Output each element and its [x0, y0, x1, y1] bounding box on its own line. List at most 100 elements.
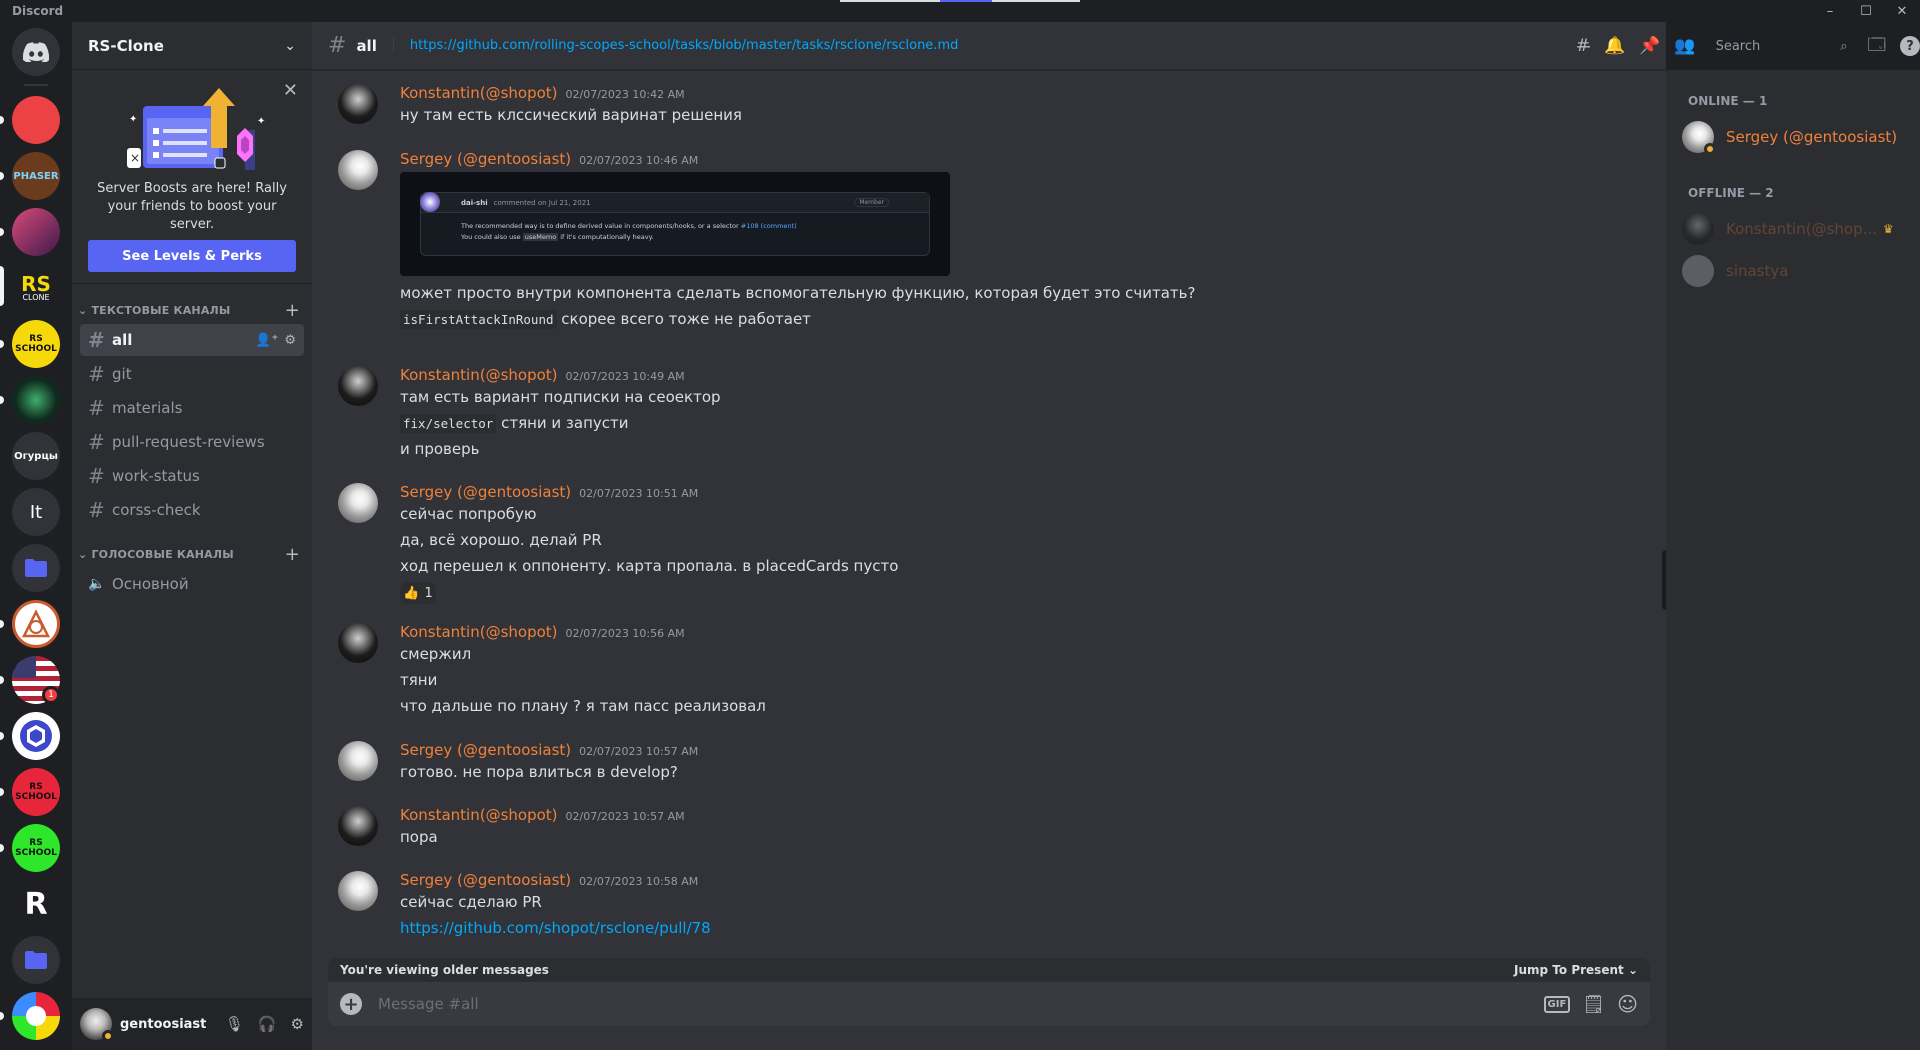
member-item[interactable]: sinastya — [1674, 250, 1912, 292]
server-icon[interactable]: PHASER — [12, 152, 60, 200]
server-icon[interactable]: RS SCHOOL — [12, 320, 60, 368]
avatar[interactable] — [80, 1008, 114, 1042]
members-list-icon[interactable]: 👥 — [1674, 36, 1695, 56]
message-input[interactable]: Message #all — [378, 995, 479, 1013]
server-icon[interactable] — [12, 376, 60, 424]
bell-icon[interactable]: 🔔 — [1604, 36, 1625, 56]
channel-corss-check[interactable]: # corss-check — [80, 494, 304, 526]
server-icon[interactable]: Огурцы — [12, 432, 60, 480]
message-author[interactable]: Sergey (@gentoosiast) — [400, 483, 571, 501]
voice-channels-category[interactable]: ⌄ Голосовые каналы + — [72, 542, 312, 566]
channel-all[interactable]: # all 👤⁺ ⚙ — [80, 324, 304, 356]
jump-to-present-button[interactable]: Jump To Present ⌄ — [1514, 963, 1638, 977]
message-link[interactable]: https://github.com/shopot/rsclone/pull/7… — [400, 919, 711, 937]
pin-icon[interactable]: 📌 — [1639, 36, 1660, 56]
avatar[interactable] — [338, 84, 378, 124]
channel-label: git — [112, 365, 132, 383]
offline-category: OFFLINE — 2 — [1688, 186, 1774, 200]
threads-icon[interactable]: #̶ — [1576, 36, 1590, 56]
image-attachment[interactable]: dai-shi commented on Jul 21, 2021 Member T… — [400, 172, 950, 276]
svg-text:✦: ✦ — [257, 116, 265, 127]
voice-channel-main[interactable]: 🔈 Основной — [80, 568, 304, 600]
message-author[interactable]: Konstantin(@shopot) — [400, 366, 558, 384]
add-channel-icon[interactable]: + — [285, 544, 300, 565]
help-icon[interactable]: ? — [1900, 36, 1920, 56]
guild-header[interactable]: RS-Clone ⌄ — [72, 22, 312, 70]
message-timestamp: 02/07/2023 10:49 AM — [565, 370, 685, 383]
server-icon[interactable]: R — [12, 880, 60, 928]
maximize-icon[interactable]: ☐ — [1848, 0, 1884, 22]
message-text: пора — [400, 828, 438, 846]
home-button[interactable] — [12, 28, 60, 76]
minimize-icon[interactable]: – — [1812, 0, 1848, 22]
sticker-icon[interactable]: 🗒 — [1582, 994, 1605, 1015]
channel-pull-request-reviews[interactable]: # pull-request-reviews — [80, 426, 304, 458]
channel-materials[interactable]: # materials — [80, 392, 304, 424]
channel-header: # all https://github.com/rolling-scopes-… — [312, 22, 1666, 70]
message-text: может просто внутри компонента сделать в… — [400, 284, 1196, 302]
message-text: там есть вариант подписки на сеоектор — [400, 388, 721, 406]
add-attachment-icon[interactable]: + — [340, 993, 362, 1015]
gear-icon[interactable]: ⚙ — [291, 1015, 304, 1033]
reaction[interactable]: 👍 1 — [400, 582, 436, 604]
gear-icon[interactable]: ⚙ — [284, 333, 296, 348]
message-author[interactable]: Sergey (@gentoosiast) — [400, 741, 571, 759]
search-input[interactable]: Search ⌕ — [1709, 34, 1854, 58]
close-icon[interactable]: ✕ — [283, 80, 298, 101]
server-icon[interactable] — [12, 992, 60, 1040]
username[interactable]: gentoosiast — [120, 1017, 206, 1032]
hash-icon: # — [88, 464, 105, 488]
chevron-down-icon: ⌄ — [284, 37, 296, 54]
message-author[interactable]: Konstantin(@shopot) — [400, 84, 558, 102]
server-icon[interactable]: It — [12, 488, 60, 536]
hash-icon: # — [88, 328, 105, 352]
channel-sidebar: RS-Clone ⌄ ✕ × ✦ ✦ Server Boosts are her… — [72, 22, 312, 1050]
message-author[interactable]: Konstantin(@shopot) — [400, 806, 558, 824]
add-channel-icon[interactable]: + — [285, 300, 300, 321]
avatar[interactable] — [338, 366, 378, 406]
svg-text:✦: ✦ — [129, 114, 137, 125]
message-author[interactable]: Konstantin(@shopot) — [400, 623, 558, 641]
folder-icon[interactable] — [12, 544, 60, 592]
member-item[interactable]: Konstantin(@shop... ♛ — [1674, 208, 1912, 250]
avatar[interactable] — [338, 483, 378, 523]
gif-button[interactable]: GIF — [1543, 995, 1571, 1013]
message-author[interactable]: Sergey (@gentoosiast) — [400, 150, 571, 168]
server-icon[interactable] — [12, 96, 60, 144]
message-text: готово. не пора влиться в develop? — [400, 763, 678, 781]
avatar[interactable] — [338, 623, 378, 663]
avatar[interactable] — [338, 871, 378, 911]
server-icon[interactable] — [12, 712, 60, 760]
channel-git[interactable]: # git — [80, 358, 304, 390]
message-author[interactable]: Sergey (@gentoosiast) — [400, 871, 571, 889]
folder-icon[interactable] — [12, 936, 60, 984]
avatar[interactable] — [338, 150, 378, 190]
channel-work-status[interactable]: # work-status — [80, 460, 304, 492]
message-text: сейчас попробую — [400, 505, 537, 523]
server-icon[interactable] — [12, 600, 60, 648]
avatar[interactable] — [338, 806, 378, 846]
headphones-icon[interactable]: 🎧 — [258, 1015, 277, 1033]
member-item[interactable]: Sergey (@gentoosiast) — [1674, 116, 1912, 158]
server-icon[interactable] — [12, 208, 60, 256]
chevron-down-icon: ⌄ — [78, 303, 88, 317]
see-levels-button[interactable]: See Levels & Perks — [88, 240, 296, 272]
avatar[interactable] — [338, 741, 378, 781]
hash-icon: # — [88, 362, 105, 386]
boost-promo: ✕ × ✦ ✦ Server Boosts are here! Rally yo… — [72, 70, 312, 284]
category-label: Текстовые каналы — [91, 303, 231, 317]
channel-topic[interactable]: https://github.com/rolling-scopes-school… — [392, 38, 958, 53]
server-icon[interactable]: RS SCHOOL — [12, 768, 60, 816]
emoji-icon[interactable]: ☺ — [1617, 992, 1638, 1016]
close-window-icon[interactable]: ✕ — [1884, 0, 1920, 22]
server-icon[interactable]: RS SCHOOL — [12, 824, 60, 872]
inbox-icon[interactable]: 🗔 — [1868, 32, 1886, 61]
text-channels-category[interactable]: ⌄ Текстовые каналы + — [72, 298, 312, 322]
hash-icon: # — [88, 396, 105, 420]
message-timestamp: 02/07/2023 10:58 AM — [579, 875, 699, 888]
channel-label: corss-check — [112, 501, 201, 519]
microphone-icon[interactable]: 🎙 — [225, 1015, 244, 1033]
server-icon-active[interactable]: RS CLONE — [12, 264, 60, 312]
invite-icon[interactable]: 👤⁺ — [255, 333, 278, 348]
message-text: и проверь — [400, 440, 480, 458]
